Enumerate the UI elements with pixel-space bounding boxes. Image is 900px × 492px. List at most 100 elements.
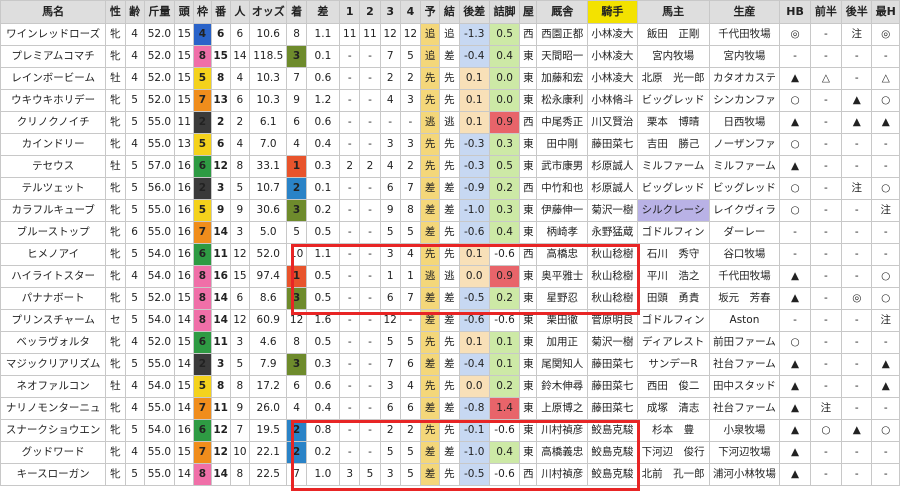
closing-speed-cell: 0.2 (488, 375, 521, 398)
horse-name-link[interactable]: ブルーストップ (0, 221, 107, 244)
owner-cell: 田頭 勇貴 (636, 287, 710, 310)
table-row[interactable]: ヒメノアイ牝 5 54.0 16 6 11 12 52.0 10 1.1- -3 4 先先 0.1 -0.6… (0, 243, 900, 266)
header-18[interactable]: 詰脚 (488, 0, 521, 24)
horse-number-cell: 11 (210, 331, 231, 354)
header-3[interactable]: 斤量 (143, 0, 176, 24)
horse-name-link[interactable]: カラフルキューブ (0, 199, 107, 222)
table-row[interactable]: スナークショウエン牝 5 54.0 16 6 12 7 19.5 2 0.8- -2 2 先先 -0.1-… (0, 419, 900, 442)
horse-name-link[interactable]: テセウス (0, 155, 107, 178)
table-row[interactable]: クリノクノイチ牝 5 55.0 11 2 2 2 6.1 6 0.6- - - - 逃逃 0.1 0.9 西中尾… (0, 111, 900, 134)
horse-name-link[interactable]: ハイライトスター (0, 265, 107, 288)
table-row[interactable]: ハイライトスター牝 4 54.0 16 8 16 15 97.4 1 0.5- -1 1 逃逃 0.0 0.… (0, 265, 900, 288)
horse-name-link[interactable]: パナナボート (0, 287, 107, 310)
header-4[interactable]: 頭 (174, 0, 195, 24)
table-row[interactable]: テセウス牡 5 57.0 16 6 12 8 33.1 1 0.3 2 2 4 2 先先 -0.3 0.5 東武市… (0, 155, 900, 178)
table-row[interactable]: ワインレッドローズ牝 4 52.0 15 4 6 6 10.6 8 1.1 11 11 12 12 追追 -1… (0, 23, 900, 46)
age-cell: 4 (124, 397, 145, 420)
header-26[interactable]: 後半 (841, 0, 873, 24)
header-21[interactable]: 騎手 (587, 0, 638, 24)
horse-name-link[interactable]: クリノクノイチ (0, 111, 107, 134)
kou-mark-cell: ▲ (841, 111, 873, 134)
header-19[interactable]: 屋 (519, 0, 538, 24)
table-row[interactable]: プレミアムコマチ牝 4 52.0 15 8 15 14 118.5 3 0.1- -7 5 追差 -0.4… (0, 45, 900, 68)
header-12[interactable]: 2 (359, 0, 381, 24)
header-27[interactable]: 最H (871, 0, 900, 24)
horse-name-link[interactable]: グッドワード (0, 441, 107, 464)
header-22[interactable]: 馬主 (636, 0, 710, 24)
header-11[interactable]: 1 (339, 0, 361, 24)
horse-name-link[interactable]: ナリノモンターニュ (0, 397, 107, 420)
horse-name-link[interactable]: ウキウキホリデー (0, 89, 107, 112)
corner-c3-cell: 6 (379, 177, 401, 200)
table-row[interactable]: レインボービーム牡 4 52.0 15 5 8 4 10.3 7 0.6- -2 2 先先 0.1 0.0 東… (0, 67, 900, 90)
closing-speed-cell: 0.2 (488, 177, 521, 200)
kou-mark-cell: 注 (841, 177, 873, 200)
header-2[interactable]: 齢 (124, 0, 145, 24)
corner-c2-cell: - (359, 177, 381, 200)
table-row[interactable]: ブルーストップ牝 6 55.0 16 7 14 3 5.0 5 0.5- -5 5 差先 -0.6 0.4 東… (0, 221, 900, 244)
hb-mark-cell: ▲ (779, 265, 811, 288)
header-8[interactable]: オッズ (249, 0, 288, 24)
horse-name-link[interactable]: プレミアムコマチ (0, 45, 107, 68)
gate-cell: 8 (193, 265, 212, 288)
header-20[interactable]: 厩舎 (536, 0, 589, 24)
closing-speed-cell: 0.1 (488, 331, 521, 354)
horse-number-cell: 14 (210, 309, 231, 332)
horse-name-link[interactable]: スナークショウエン (0, 419, 107, 442)
field-size-cell: 16 (174, 177, 195, 200)
table-row[interactable]: ベッラヴォルタ牝 4 52.0 15 6 11 3 4.6 8 0.5- -5 5 先先 0.1 0.1 東加… (0, 331, 900, 354)
weight-cell: 55.0 (143, 133, 176, 156)
horse-name-link[interactable]: レインボービーム (0, 67, 107, 90)
table-row[interactable]: カインドリー牝 4 55.0 13 5 6 4 7.0 4 0.4- -3 3 先先 -0.3 0.3 東田中… (0, 133, 900, 156)
header-14[interactable]: 4 (399, 0, 422, 24)
header-10[interactable]: 差 (305, 0, 341, 24)
header-5[interactable]: 枠 (193, 0, 212, 24)
corner-c1-cell: - (339, 89, 361, 112)
stable-region-cell: 東 (519, 419, 538, 442)
margin-cell: 0.5 (305, 221, 341, 244)
table-row[interactable]: カラフルキューブ牝 5 55.0 16 5 9 9 30.6 3 0.2- -9 8 差差 -1.0 0.3… (0, 199, 900, 222)
horse-name-link[interactable]: プリンスチャーム (0, 309, 107, 332)
horse-name-link[interactable]: キースローガン (0, 463, 107, 486)
header-9[interactable]: 着 (286, 0, 307, 24)
table-row[interactable]: ウキウキホリデー牝 5 52.0 15 7 13 6 10.3 9 1.2- -4 3 先先 0.1 0.0… (0, 89, 900, 112)
actual-style-cell: 差 (439, 309, 460, 332)
table-row[interactable]: マジックリアリズム牝 5 55.0 14 2 3 5 7.9 3 0.3- -7 6 差差 -0.4 0.1… (0, 353, 900, 376)
header-13[interactable]: 3 (379, 0, 401, 24)
header-15[interactable]: 予 (420, 0, 441, 24)
header-6[interactable]: 番 (210, 0, 231, 24)
late-diff-cell: -0.8 (458, 397, 490, 420)
header-17[interactable]: 後差 (458, 0, 490, 24)
horse-name-link[interactable]: マジックリアリズム (0, 353, 107, 376)
actual-style-cell: 差 (439, 397, 460, 420)
finish-cell: 3 (286, 45, 307, 68)
header-0[interactable]: 馬名 (0, 0, 107, 24)
header-25[interactable]: 前半 (809, 0, 843, 24)
header-23[interactable]: 生産 (708, 0, 781, 24)
table-row[interactable]: ナリノモンターニュ牝 4 55.0 14 7 11 9 26.0 4 0.4- -6 6 差差 -0.8 1… (0, 397, 900, 420)
table-row[interactable]: キースローガン牝 5 55.0 14 8 14 8 22.5 7 1.0 3 5 3 5 差先 -0.5 -0.… (0, 463, 900, 486)
horse-name-link[interactable]: ヒメノアイ (0, 243, 107, 266)
header-24[interactable]: HB (779, 0, 811, 24)
owner-cell: 成塚 清志 (636, 397, 710, 420)
finish-cell: 8 (286, 331, 307, 354)
popularity-cell: 9 (229, 199, 251, 222)
table-row[interactable]: プリンスチャームセ 5 54.0 14 8 14 12 60.9 12 1.6- -12- 差差 -0.… (0, 309, 900, 332)
stable-region-cell: 東 (519, 133, 538, 156)
horse-name-link[interactable]: ワインレッドローズ (0, 23, 107, 46)
horse-name-link[interactable]: ベッラヴォルタ (0, 331, 107, 354)
late-diff-cell: 0.1 (458, 67, 490, 90)
corner-c4-cell: 6 (399, 397, 422, 420)
horse-name-link[interactable]: テルツェット (0, 177, 107, 200)
header-16[interactable]: 結 (439, 0, 460, 24)
horse-name-link[interactable]: カインドリー (0, 133, 107, 156)
predicted-style-cell: 差 (420, 397, 441, 420)
table-row[interactable]: グッドワード牝 4 55.0 15 7 12 10 22.1 2 0.2- -5 5 差差 -1.0 0.4… (0, 441, 900, 464)
header-7[interactable]: 人 (229, 0, 251, 24)
table-row[interactable]: パナナボート牝 5 52.0 15 8 14 6 8.6 3 0.5- -6 7 差差 -0.5 0.2 東星… (0, 287, 900, 310)
horse-name-link[interactable]: ネオファルコン (0, 375, 107, 398)
header-1[interactable]: 性 (105, 0, 126, 24)
table-row[interactable]: テルツェット牝 5 56.0 16 2 3 5 10.7 2 0.1- -6 7 差差 -0.9 0.2 西中… (0, 177, 900, 200)
margin-cell: 0.2 (305, 199, 341, 222)
table-row[interactable]: ネオファルコン牡 4 54.0 15 5 8 8 17.2 6 0.6- -3 4 先先 0.0 0.2 東鈴… (0, 375, 900, 398)
